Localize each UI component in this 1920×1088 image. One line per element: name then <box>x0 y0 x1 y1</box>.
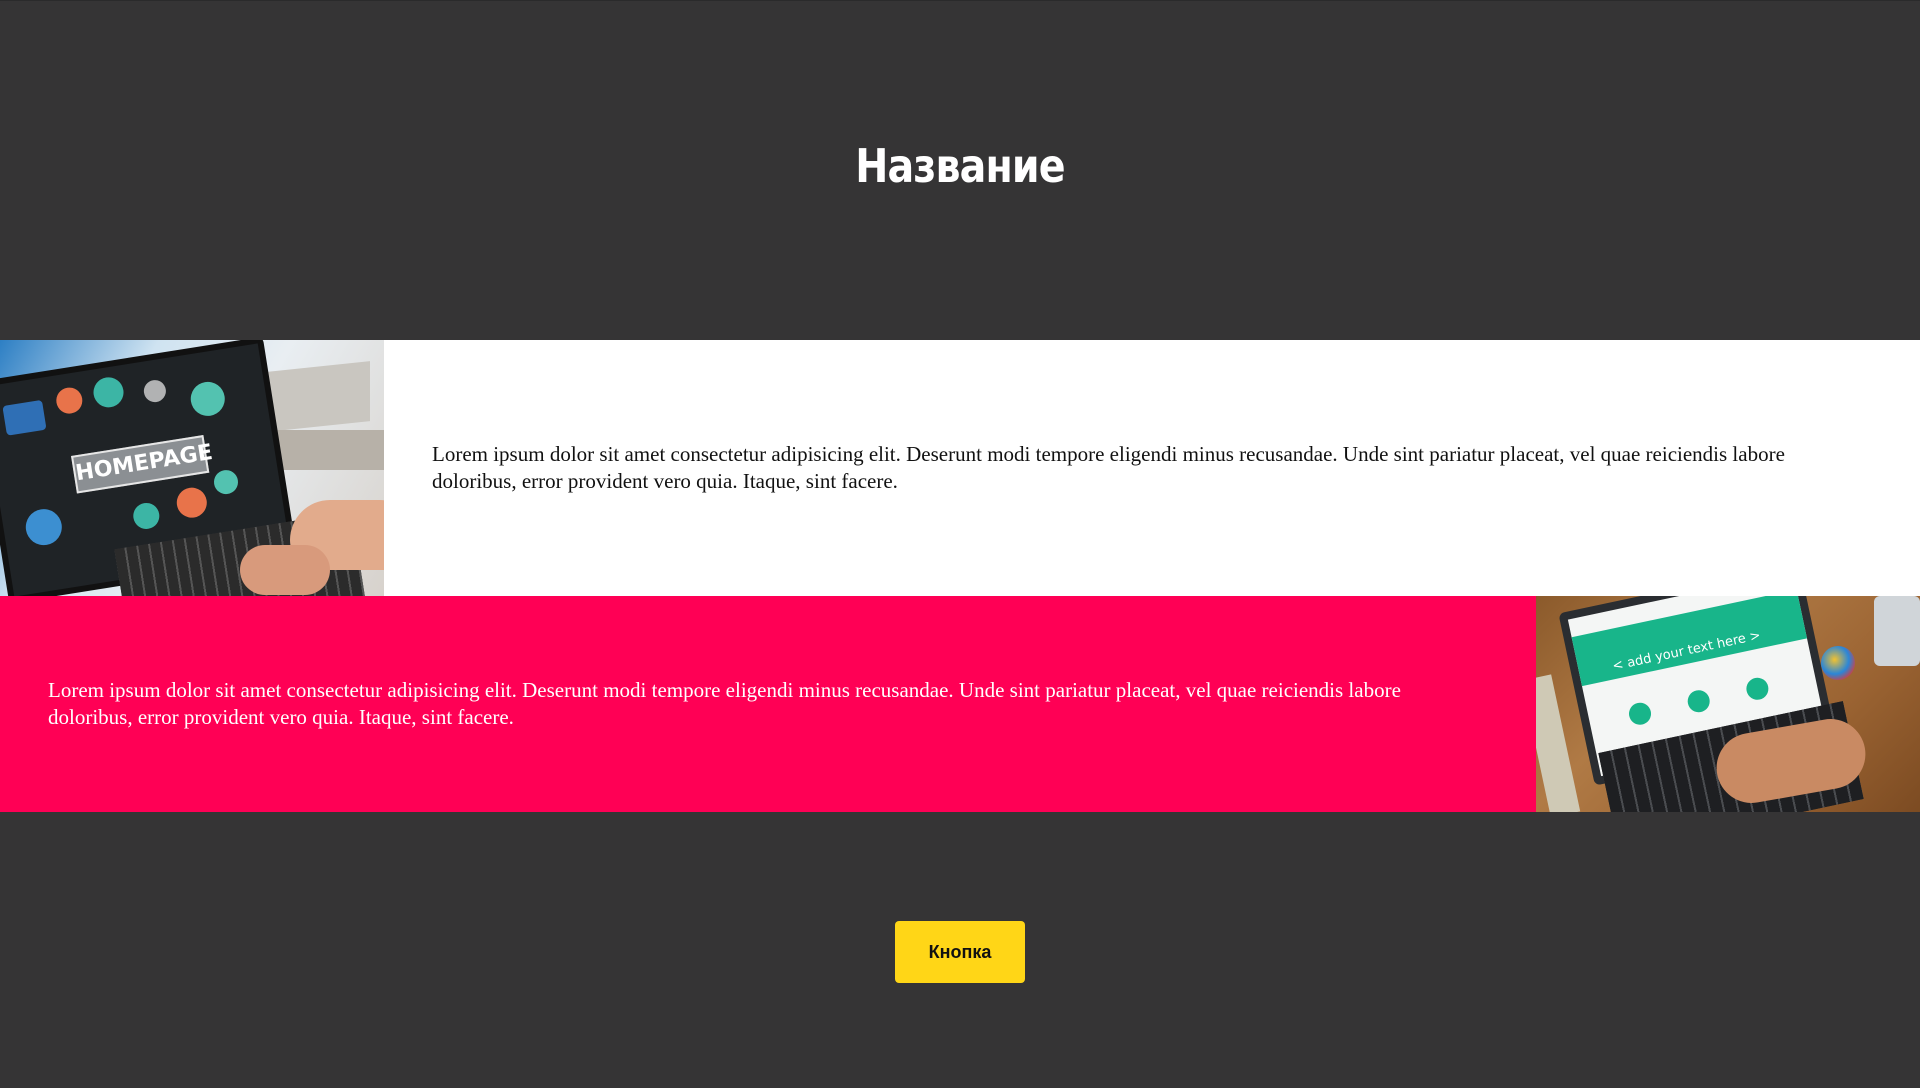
laptop-homepage-image: HOMEPAGE <box>0 340 384 596</box>
homepage-label: HOMEPAGE <box>71 435 214 494</box>
screen-banner-text: < add your text here > <box>1611 628 1763 675</box>
feature-text-1: Lorem ipsum dolor sit amet consectetur a… <box>432 442 1785 493</box>
feature-row-2: Lorem ipsum dolor sit amet consectetur a… <box>0 596 1920 812</box>
feature-row-1: HOMEPAGE Lorem ipsum dolor sit amet cons… <box>0 340 1920 596</box>
feature-text-2: Lorem ipsum dolor sit amet consectetur a… <box>48 678 1401 729</box>
footer-section: Кнопка <box>0 812 1920 1088</box>
pencil-cup <box>1874 596 1920 666</box>
page-title: Название <box>855 139 1065 193</box>
page: Название HOMEPAGE Lorem ipsum dolor sit … <box>0 0 1920 1088</box>
laptop-website-image: < add your text here > <box>1536 596 1920 812</box>
header-section: Название <box>0 1 1920 340</box>
main-button[interactable]: Кнопка <box>895 921 1025 983</box>
